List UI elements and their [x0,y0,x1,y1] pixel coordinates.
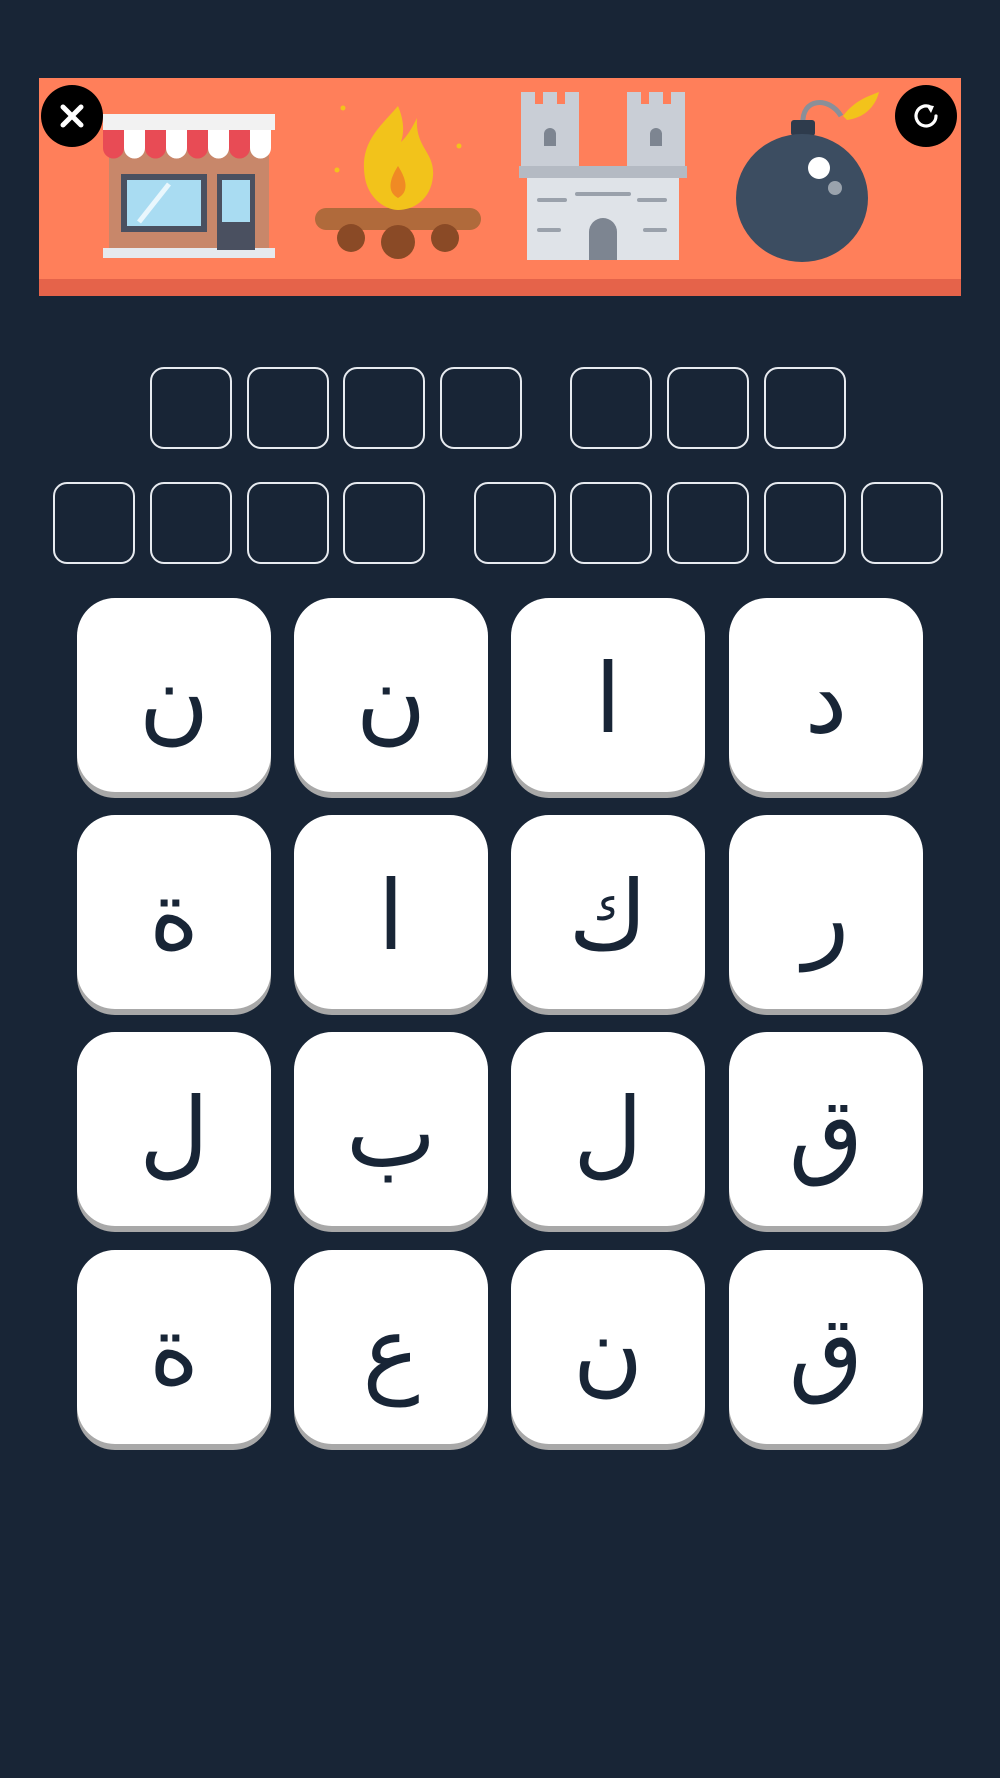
shop-icon [103,114,275,258]
letter-tile[interactable]: ع [294,1250,488,1444]
answer-slot[interactable] [667,482,749,564]
tile-letter: ا [594,643,622,755]
answer-slot[interactable] [570,482,652,564]
tile-letter: ن [355,643,427,755]
tile-letter: ن [138,643,210,755]
tile-letter: ع [362,1295,420,1407]
letter-tile[interactable]: ة [77,1250,271,1444]
letter-tile[interactable]: ن [511,1250,705,1444]
refresh-icon [914,104,938,128]
tile-letter: ق [788,1077,864,1189]
answer-slot[interactable] [247,482,329,564]
close-button[interactable] [41,85,103,147]
letter-tile[interactable]: ك [511,815,705,1009]
letter-tile[interactable]: د [729,598,923,792]
answer-slot[interactable] [474,482,556,564]
answer-slot[interactable] [667,367,749,449]
refresh-button[interactable] [895,85,957,147]
campfire-icon [315,105,481,259]
clue-banner [39,78,961,296]
letter-tile[interactable]: ة [77,815,271,1009]
letter-tile[interactable]: ا [294,815,488,1009]
letter-tile[interactable]: ل [511,1032,705,1226]
answer-slot[interactable] [861,482,943,564]
answer-slot[interactable] [343,367,425,449]
tile-letter: ر [802,860,850,972]
tile-letter: ة [148,1295,200,1407]
banner-bottom-strip [39,279,961,296]
answer-slot[interactable] [53,482,135,564]
answer-slot[interactable] [764,367,846,449]
letter-tile[interactable]: ن [77,598,271,792]
letter-tile[interactable]: ب [294,1032,488,1226]
castle-icon [519,92,687,260]
answer-slot[interactable] [343,482,425,564]
letter-tile[interactable]: ا [511,598,705,792]
letter-tile[interactable]: ق [729,1250,923,1444]
close-icon [60,104,84,128]
tile-letter: ك [568,860,648,972]
answer-slot[interactable] [764,482,846,564]
tile-letter: ن [572,1295,644,1407]
tile-letter: د [804,643,848,755]
answer-slot[interactable] [150,367,232,449]
letter-tile[interactable]: ل [77,1032,271,1226]
tile-letter: ا [377,860,405,972]
letter-tile[interactable]: ر [729,815,923,1009]
tile-letter: ة [148,860,200,972]
tile-letter: ل [139,1077,209,1189]
letter-tile[interactable]: ن [294,598,488,792]
tile-letter: ل [573,1077,643,1189]
answer-slot[interactable] [247,367,329,449]
letter-tile[interactable]: ق [729,1032,923,1226]
answer-slot[interactable] [150,482,232,564]
bomb-icon [736,92,879,262]
answer-slot[interactable] [440,367,522,449]
answer-slot[interactable] [570,367,652,449]
tile-letter: ق [788,1295,864,1407]
tile-letter: ب [345,1077,437,1189]
